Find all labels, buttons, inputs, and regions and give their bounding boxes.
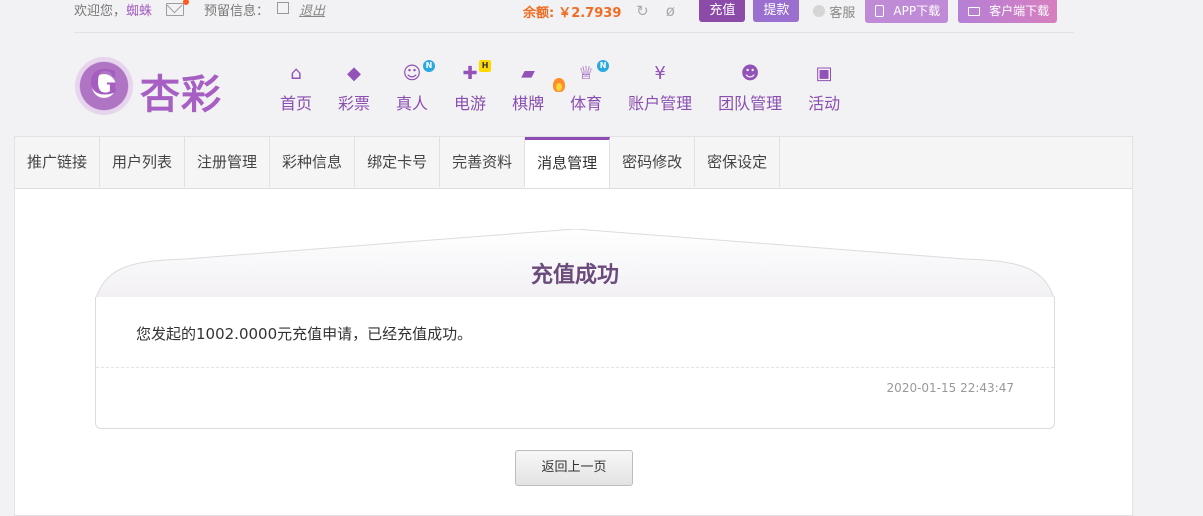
nav-item-activity[interactable]: ▣ 活动 <box>808 62 840 114</box>
edit-icon[interactable] <box>277 2 290 14</box>
logout-link[interactable]: 退出 <box>299 0 325 19</box>
nav-label: 活动 <box>808 94 841 113</box>
nav-item-account[interactable]: ¥ 账户管理 <box>628 62 692 114</box>
cards-icon: ▰ <box>513 62 566 92</box>
client-download-button[interactable]: 客户端下载 <box>958 0 1058 23</box>
nav-item-cards[interactable]: ▰ 棋牌 <box>512 62 566 114</box>
logo-text: 杏彩 <box>140 71 222 118</box>
nav-item-live[interactable]: ☺ N 真人 <box>396 60 436 114</box>
nav-item-team[interactable]: ☻ 团队管理 <box>718 62 782 114</box>
tab-bind-card[interactable]: 绑定卡号 <box>355 137 441 187</box>
gift-icon: ▣ <box>815 62 833 84</box>
nav-label: 账户管理 <box>628 94 693 113</box>
gamepad-icon: ✚ H <box>455 60 492 84</box>
yen-coin-icon: ¥ <box>654 62 666 84</box>
balance-label: 余额: <box>523 5 555 21</box>
nav-item-sports[interactable]: ♕ N 体育 <box>570 60 610 114</box>
tab-promo-link[interactable]: 推广链接 <box>15 137 101 187</box>
user-info: 欢迎您， 蜘蛛 预留信息： 退出 <box>74 0 325 19</box>
logo-emblem-icon <box>75 57 133 115</box>
content-panel: 推广链接 用户列表 注册管理 彩种信息 绑定卡号 完善资料 消息管理 密码修改 … <box>14 136 1133 516</box>
team-icon: ☻ <box>740 62 760 84</box>
tab-password[interactable]: 密码修改 <box>610 137 696 187</box>
nav-item-lottery[interactable]: ◆ 彩票 <box>338 62 370 114</box>
account-actions: 余额: ￥2.7939 ↻ ø 充值 提款 客服 APP下载 客户端下载 <box>523 0 1058 23</box>
client-download-label: 客户端下载 <box>989 4 1050 18</box>
nav-label: 电游 <box>454 94 487 113</box>
new-badge: N <box>423 60 436 72</box>
main-nav: ⌂ 首页 ◆ 彩票 ☺ N 真人 ✚ H 电游 ▰ 棋牌 ♕ N 体育 ¥ 账户管理 … <box>280 60 866 114</box>
mail-icon[interactable] <box>166 0 190 16</box>
live-dealer-icon: ☺ N <box>397 60 436 84</box>
trophy-icon: ♕ N <box>571 60 610 84</box>
app-download-label: APP下载 <box>893 4 941 18</box>
tab-messages[interactable]: 消息管理 <box>525 137 611 188</box>
nav-item-egames[interactable]: ✚ H 电游 <box>454 60 492 114</box>
message-body: 您发起的1002.0000元充值申请，已经充值成功。 <box>136 325 473 343</box>
tab-security-question[interactable]: 密保设定 <box>695 137 781 187</box>
message-title: 充值成功 <box>530 263 619 288</box>
balance-value: ￥2.7939 <box>558 5 622 21</box>
tab-profile[interactable]: 完善资料 <box>440 137 526 187</box>
reserved-info-label: 预留信息： <box>204 3 270 19</box>
back-button[interactable]: 返回上一页 <box>515 450 633 486</box>
flame-icon <box>553 78 566 92</box>
service-label: 客服 <box>829 5 856 21</box>
message-divider <box>96 367 1054 368</box>
app-download-button[interactable]: APP下载 <box>865 0 949 23</box>
nav-label: 团队管理 <box>718 94 783 113</box>
message-card: 您发起的1002.0000元充值申请，已经充值成功。 2020-01-15 22… <box>95 297 1055 429</box>
top-bar: 欢迎您， 蜘蛛 预留信息： 退出 余额: ￥2.7939 ↻ ø 充值 提款 客… <box>0 0 1203 26</box>
deposit-button[interactable]: 充值 <box>699 0 746 22</box>
home-icon: ⌂ <box>290 62 302 84</box>
site-logo[interactable]: 杏彩 <box>75 57 235 118</box>
customer-service-link[interactable]: 客服 <box>813 2 855 21</box>
lottery-ticket-icon: ◆ <box>347 62 361 84</box>
refresh-icon[interactable]: ↻ <box>635 4 649 19</box>
nav-label: 彩票 <box>338 94 371 113</box>
header-divider <box>74 32 1074 33</box>
nav-label: 真人 <box>396 94 429 113</box>
tab-lottery-info[interactable]: 彩种信息 <box>270 137 356 187</box>
phone-icon <box>875 5 885 17</box>
withdraw-button[interactable]: 提款 <box>753 0 800 22</box>
nav-item-home[interactable]: ⌂ 首页 <box>280 62 312 114</box>
hide-eye-icon[interactable]: ø <box>663 4 677 19</box>
nav-label: 首页 <box>280 94 313 113</box>
unread-dot <box>183 0 190 5</box>
message-timestamp: 2020-01-15 22:43:47 <box>886 381 1014 395</box>
account-tabs: 推广链接 用户列表 注册管理 彩种信息 绑定卡号 完善资料 消息管理 密码修改 … <box>15 137 1132 189</box>
service-icon <box>813 5 826 17</box>
nav-label: 棋牌 <box>512 94 545 113</box>
hot-badge: H <box>479 60 492 72</box>
new-badge: N <box>597 60 610 72</box>
username-link[interactable]: 蜘蛛 <box>126 0 152 19</box>
tab-registration[interactable]: 注册管理 <box>185 137 271 187</box>
welcome-label: 欢迎您， <box>74 3 127 19</box>
nav-label: 体育 <box>570 94 603 113</box>
tab-user-list[interactable]: 用户列表 <box>100 137 186 187</box>
monitor-icon <box>968 6 981 16</box>
